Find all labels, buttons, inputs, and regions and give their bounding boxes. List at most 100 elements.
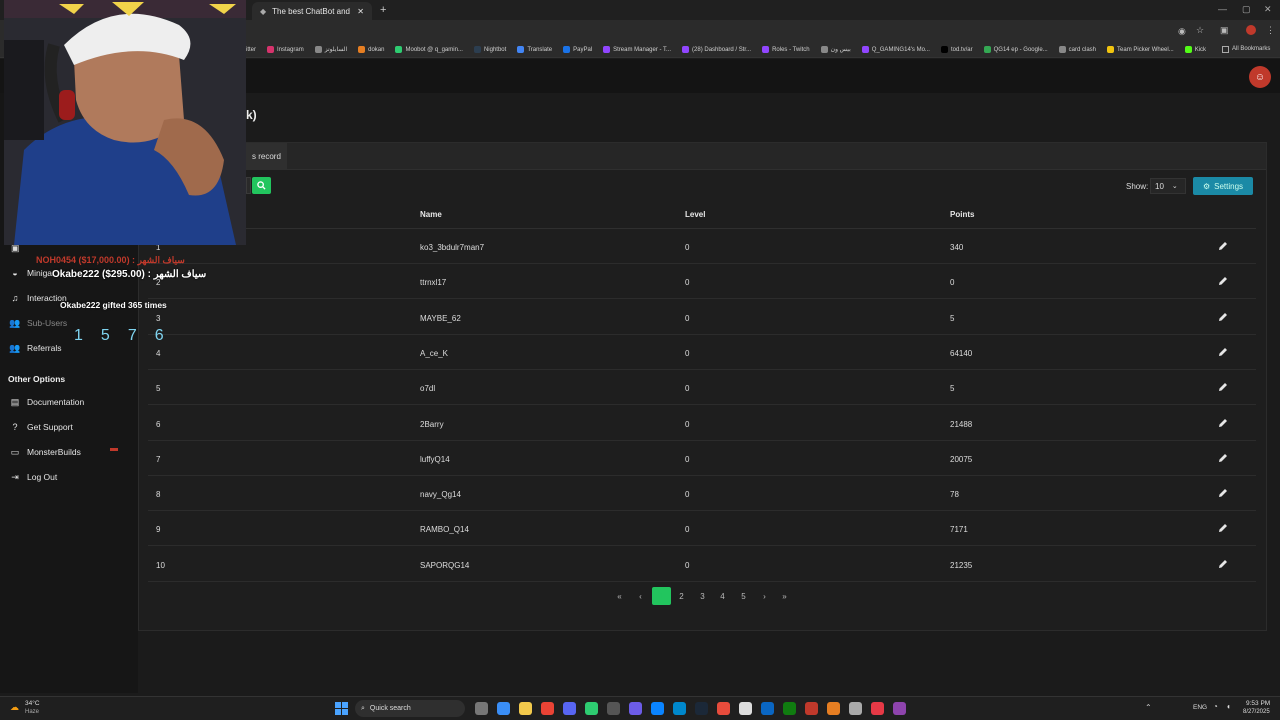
taskbar-app-icon[interactable] (629, 702, 642, 715)
pencil-icon[interactable] (1218, 276, 1228, 286)
sidebar-item-get-support[interactable]: ? Get Support (10, 422, 72, 432)
lang-indicator[interactable]: ENG (1193, 704, 1207, 711)
maximize-icon[interactable]: ▢ (1242, 4, 1251, 15)
bookmark[interactable]: Q_GAMING14's Mo... (861, 46, 930, 53)
taskbar-app-icon[interactable] (475, 702, 488, 715)
taskbar-app-icon[interactable] (805, 702, 818, 715)
taskbar-search[interactable]: ⌕ Quick search (355, 700, 465, 717)
page-4[interactable]: 4 (713, 587, 732, 605)
taskbar-app-icon[interactable] (651, 702, 664, 715)
taskbar-app-icon[interactable] (717, 702, 730, 715)
extensions-icon[interactable]: ▣ (1220, 25, 1229, 36)
page-5[interactable]: 5 (734, 587, 753, 605)
pencil-icon[interactable] (1218, 488, 1228, 498)
clock-date[interactable]: 8/27/2025 (1243, 709, 1270, 715)
eye-off-icon[interactable]: ◉ (1178, 26, 1186, 37)
taskbar-app-icon[interactable] (893, 702, 906, 715)
page-next[interactable]: › (755, 587, 774, 605)
table-row: 4 A_ce_K 0 64140 (148, 335, 1256, 370)
search-button[interactable] (252, 177, 271, 194)
taskbar-app-icon[interactable] (695, 702, 708, 715)
page-2[interactable]: 2 (672, 587, 691, 605)
row-points: 5 (950, 384, 955, 394)
bookmark[interactable]: Nightbot (473, 46, 506, 53)
taskbar-app-icon[interactable] (541, 702, 554, 715)
bookmark[interactable]: Instagram (267, 46, 304, 53)
bookmark[interactable]: Stream Manager - T... (603, 46, 671, 53)
pencil-icon[interactable] (1218, 523, 1228, 533)
taskbar-app-icon[interactable] (607, 702, 620, 715)
taskbar-app-icon[interactable] (519, 702, 532, 715)
pencil-icon[interactable] (1218, 241, 1228, 251)
taskbar-app-icon[interactable] (761, 702, 774, 715)
bookmark[interactable]: card clash (1058, 46, 1096, 53)
minimize-icon[interactable]: — (1218, 4, 1227, 14)
sidebar-item-log-out[interactable]: ⇥ Log Out (10, 472, 57, 483)
row-level: 0 (685, 490, 690, 500)
pencil-icon[interactable] (1218, 312, 1228, 322)
sidebar-item-documentation[interactable]: ▤ Documentation (10, 397, 84, 408)
star-icon[interactable]: ☆ (1196, 25, 1204, 36)
webcam-overlay (4, 0, 246, 245)
bookmark[interactable]: itter (246, 47, 256, 53)
window-close-icon[interactable]: ✕ (1264, 4, 1272, 15)
bookmark[interactable]: Team Picker Wheel... (1107, 46, 1174, 53)
taskbar-app-icon[interactable] (849, 702, 862, 715)
start-button[interactable] (335, 702, 348, 715)
sidebar-item-monsterbuilds[interactable]: ▭ MonsterBuilds (10, 447, 118, 457)
page-first[interactable]: « (610, 587, 629, 605)
volume-icon[interactable]: ◖ (1226, 702, 1231, 711)
sidebar-item-sub-users[interactable]: 👥 Sub-Users (9, 318, 67, 329)
bookmark[interactable]: QG14 ep - Google... (983, 46, 1048, 53)
sidebar-item-interaction[interactable]: ♫ Interaction (10, 293, 67, 303)
bookmark[interactable]: Moobot @ q_gamin... (395, 46, 463, 53)
taskbar-app-icon[interactable] (585, 702, 598, 715)
bookmark[interactable]: (28) Dashboard / Str... (682, 46, 751, 53)
show-select[interactable]: 10 ⌄ (1150, 178, 1186, 194)
bookmark[interactable]: dokan (358, 46, 384, 53)
column-header-points[interactable]: Points (950, 210, 974, 219)
profile-icon[interactable] (1246, 25, 1256, 35)
taskbar-app-icon[interactable] (497, 702, 510, 715)
bookmark[interactable]: Kick (1184, 46, 1206, 53)
new-tab-icon[interactable]: + (380, 4, 386, 16)
pencil-icon[interactable] (1218, 382, 1228, 392)
column-header-level[interactable]: Level (685, 210, 705, 219)
brand-logo[interactable]: ☺ (1249, 66, 1271, 88)
bookmark[interactable]: Roles - Twitch (762, 46, 810, 53)
all-bookmarks[interactable]: All Bookmarks (1222, 46, 1270, 53)
menu-icon[interactable]: ⋮ (1266, 25, 1275, 36)
bookmark[interactable]: tod.tv/ar (940, 46, 973, 53)
taskbar-app-icon[interactable] (673, 702, 686, 715)
pencil-icon[interactable] (1218, 418, 1228, 428)
table-row: 8 navy_Qg14 0 78 (148, 476, 1256, 512)
row-level: 0 (685, 525, 690, 535)
pencil-icon[interactable] (1218, 559, 1228, 569)
taskbar-app-icon[interactable] (563, 702, 576, 715)
taskbar-app-icon[interactable] (827, 702, 840, 715)
bookmark[interactable]: Translate (517, 46, 552, 53)
tray-chevron-icon[interactable]: ⌃ (1145, 703, 1152, 712)
sidebar-item-referrals[interactable]: 👥 Referrals (9, 343, 61, 354)
page-last[interactable]: » (775, 587, 794, 605)
page-3[interactable]: 3 (693, 587, 712, 605)
taskbar-app-icon[interactable] (739, 702, 752, 715)
column-header-name[interactable]: Name (420, 210, 442, 219)
page-1[interactable]: 1 (652, 587, 671, 605)
close-tab-icon[interactable]: ✕ (357, 7, 364, 16)
pencil-icon[interactable] (1218, 453, 1228, 463)
search-input[interactable] (246, 177, 251, 194)
browser-tab-active[interactable]: ◆ The best ChatBot and Widgets ✕ (252, 2, 372, 20)
clock-time[interactable]: 9:53 PM (1246, 700, 1270, 707)
settings-button[interactable]: ⚙ Settings (1193, 177, 1253, 195)
taskbar-app-icon[interactable] (783, 702, 796, 715)
pencil-icon[interactable] (1218, 347, 1228, 357)
bookmark[interactable]: بيس ون (820, 46, 851, 53)
bookmark[interactable]: السايلوتز (314, 46, 347, 53)
wifi-icon[interactable]: ◔ (1213, 702, 1218, 711)
bookmark[interactable]: PayPal (563, 46, 592, 53)
tab-records[interactable]: s record (246, 143, 287, 170)
sidebar-item-minigames[interactable]: ◒Minigames (10, 268, 53, 278)
taskbar-app-icon[interactable] (871, 702, 884, 715)
page-prev[interactable]: ‹ (631, 587, 650, 605)
